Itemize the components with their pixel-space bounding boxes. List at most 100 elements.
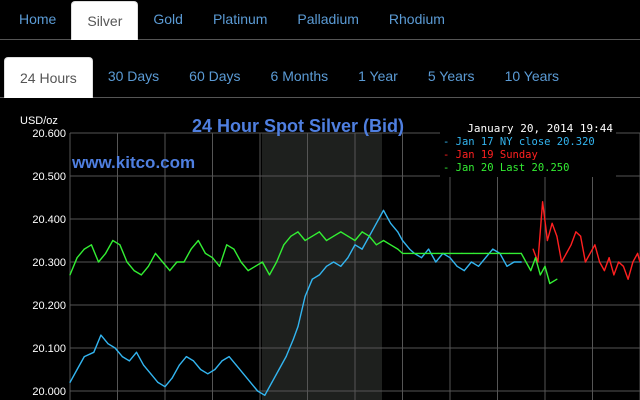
data-point: [235, 364, 237, 366]
data-point: [492, 248, 494, 250]
y-tick-label: 20.000: [32, 386, 66, 398]
data-point: [311, 278, 313, 280]
data-point: [304, 295, 306, 297]
data-point: [240, 261, 242, 263]
data-point: [428, 248, 430, 250]
data-point: [520, 261, 522, 263]
tab-24-hours[interactable]: 24 Hours: [4, 57, 93, 98]
tab-30-days[interactable]: 30 Days: [93, 56, 174, 97]
data-point: [190, 248, 192, 250]
data-point: [368, 235, 370, 237]
tab-palladium[interactable]: Palladium: [282, 0, 373, 39]
legend-entry: - Jan 19 Sunday: [443, 149, 538, 161]
data-point: [297, 231, 299, 233]
data-point: [247, 270, 249, 272]
data-point: [549, 282, 551, 285]
tab-home[interactable]: Home: [4, 0, 71, 39]
data-point: [76, 368, 78, 371]
tab-silver[interactable]: Silver: [71, 1, 139, 40]
data-point: [176, 261, 178, 263]
data-point: [257, 390, 259, 392]
data-point: [546, 239, 549, 242]
data-point: [261, 261, 263, 263]
data-point: [185, 356, 187, 358]
tab-10-years[interactable]: 10 Years: [490, 56, 575, 97]
data-point: [347, 257, 349, 259]
data-point: [477, 265, 480, 267]
data-point: [233, 248, 235, 250]
data-point: [340, 231, 342, 233]
data-point: [397, 248, 399, 250]
data-point: [637, 252, 639, 254]
data-point: [347, 235, 349, 237]
watermark: www.kitco.com: [71, 153, 195, 172]
data-point: [401, 252, 404, 254]
data-point: [226, 244, 228, 246]
data-point: [361, 248, 363, 250]
chart-canvas: 20.600 20.500 20.400 20.300 20.200 20.100 20.0…: [0, 106, 640, 400]
data-point: [409, 248, 411, 250]
data-point: [520, 252, 522, 254]
data-point: [121, 356, 123, 358]
data-point: [228, 356, 230, 358]
data-point: [397, 231, 399, 233]
data-point: [128, 360, 130, 362]
data-point: [268, 274, 271, 276]
data-point: [292, 338, 294, 340]
data-point: [570, 244, 572, 246]
data-point: [264, 394, 266, 396]
data-point: [100, 334, 102, 336]
tab-1-year[interactable]: 1 Year: [343, 56, 413, 97]
range-tabs: 24 Hours 30 Days 60 Days 6 Months 1 Year…: [0, 56, 640, 98]
data-point: [437, 252, 439, 254]
data-point: [154, 252, 157, 254]
data-point: [219, 265, 221, 267]
data-point: [608, 257, 610, 259]
data-point: [204, 252, 206, 254]
data-point: [211, 257, 214, 259]
data-point: [214, 368, 216, 371]
data-point: [618, 261, 620, 263]
data-point: [276, 261, 278, 263]
data-point: [69, 381, 71, 383]
data-point: [599, 261, 601, 263]
weekend-shade: [262, 133, 382, 400]
metal-tabs: Home Silver Gold Platinum Palladium Rhod…: [0, 0, 640, 40]
data-point: [164, 386, 166, 388]
data-point: [496, 252, 499, 254]
data-point: [178, 364, 180, 366]
tab-5-years[interactable]: 5 Years: [413, 56, 490, 97]
data-point: [473, 252, 475, 254]
data-point: [382, 209, 385, 211]
data-point: [413, 252, 415, 254]
chart-title: 24 Hour Spot Silver (Bid): [192, 116, 404, 136]
tab-rhodium[interactable]: Rhodium: [374, 0, 460, 39]
data-point: [207, 373, 209, 375]
data-point: [311, 235, 313, 237]
data-point: [390, 244, 392, 246]
data-point: [93, 351, 95, 353]
data-point: [147, 265, 149, 267]
data-point: [589, 252, 591, 254]
data-point: [304, 239, 306, 242]
data-point: [333, 235, 335, 237]
data-point: [162, 261, 164, 263]
data-point: [544, 265, 546, 267]
tab-platinum[interactable]: Platinum: [198, 0, 282, 39]
data-point: [249, 381, 252, 383]
data-point: [401, 239, 404, 242]
data-point: [580, 235, 582, 237]
data-point: [114, 347, 116, 349]
data-point: [561, 261, 563, 263]
data-point: [627, 278, 629, 280]
data-point: [135, 351, 138, 353]
data-point: [354, 244, 356, 246]
tab-6-months[interactable]: 6 Months: [256, 56, 344, 97]
tab-60-days[interactable]: 60 Days: [174, 56, 255, 97]
data-point: [461, 252, 463, 254]
y-tick-label: 20.600: [32, 128, 66, 140]
data-point: [382, 239, 385, 242]
tab-gold[interactable]: Gold: [138, 0, 198, 39]
data-point: [221, 360, 223, 362]
data-point: [506, 265, 508, 267]
